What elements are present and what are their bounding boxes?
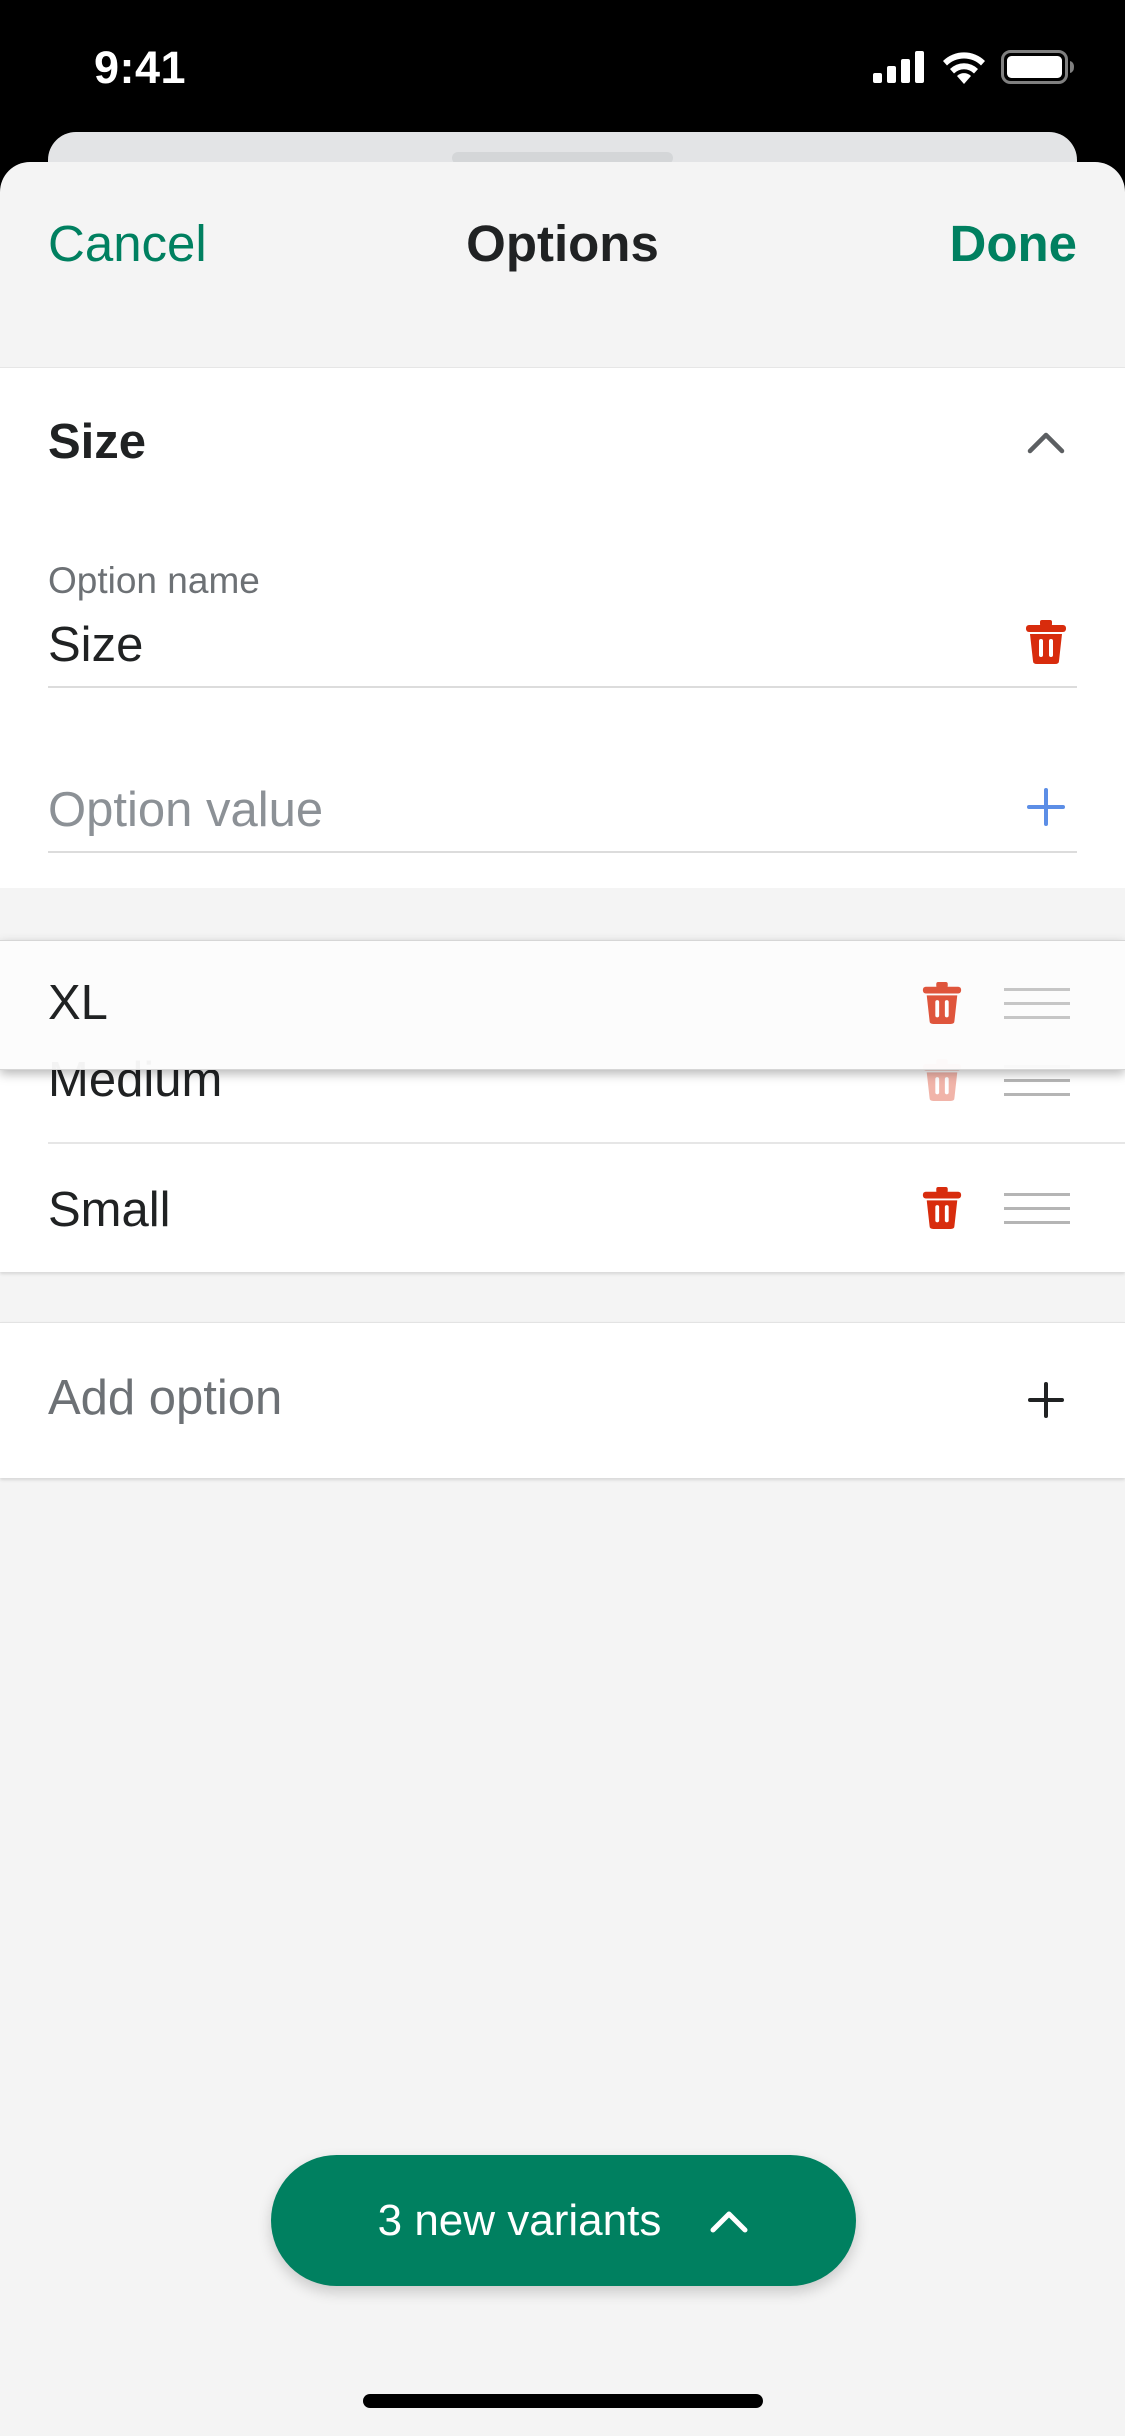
cancel-button[interactable]: Cancel	[48, 214, 207, 273]
trash-icon[interactable]	[921, 981, 963, 1025]
option-name-label: Option name	[48, 560, 260, 601]
option-section-title: Size	[48, 415, 147, 469]
add-option-label: Add option	[48, 1371, 283, 1425]
new-variants-label: 3 new variants	[377, 2195, 662, 2245]
done-button[interactable]: Done	[950, 214, 1078, 273]
trash-icon[interactable]	[1024, 619, 1068, 665]
option-value-input[interactable]: Option value	[48, 782, 323, 838]
cellular-signal-icon	[873, 51, 924, 83]
list-item-label: XL	[48, 976, 108, 1030]
new-variants-button[interactable]: 3 new variants	[271, 2155, 856, 2286]
chevron-up-icon[interactable]	[1027, 430, 1065, 454]
drag-handle-icon[interactable]	[1004, 987, 1070, 1021]
plus-icon[interactable]	[1027, 788, 1065, 826]
home-indicator	[363, 2394, 763, 2408]
wifi-icon	[943, 52, 985, 84]
plus-icon[interactable]	[1028, 1382, 1064, 1418]
status-bar-icons	[873, 50, 1075, 84]
status-bar-time: 9:41	[94, 42, 187, 93]
divider	[48, 851, 1077, 853]
option-name-input[interactable]: Size	[48, 617, 143, 673]
drag-handle-icon[interactable]	[1004, 1192, 1070, 1226]
chevron-up-icon	[710, 2211, 748, 2232]
battery-icon	[1001, 50, 1074, 84]
divider	[48, 1142, 1125, 1144]
list-item[interactable]: Small	[48, 1182, 171, 1238]
divider	[48, 686, 1077, 688]
trash-icon[interactable]	[921, 1186, 963, 1230]
